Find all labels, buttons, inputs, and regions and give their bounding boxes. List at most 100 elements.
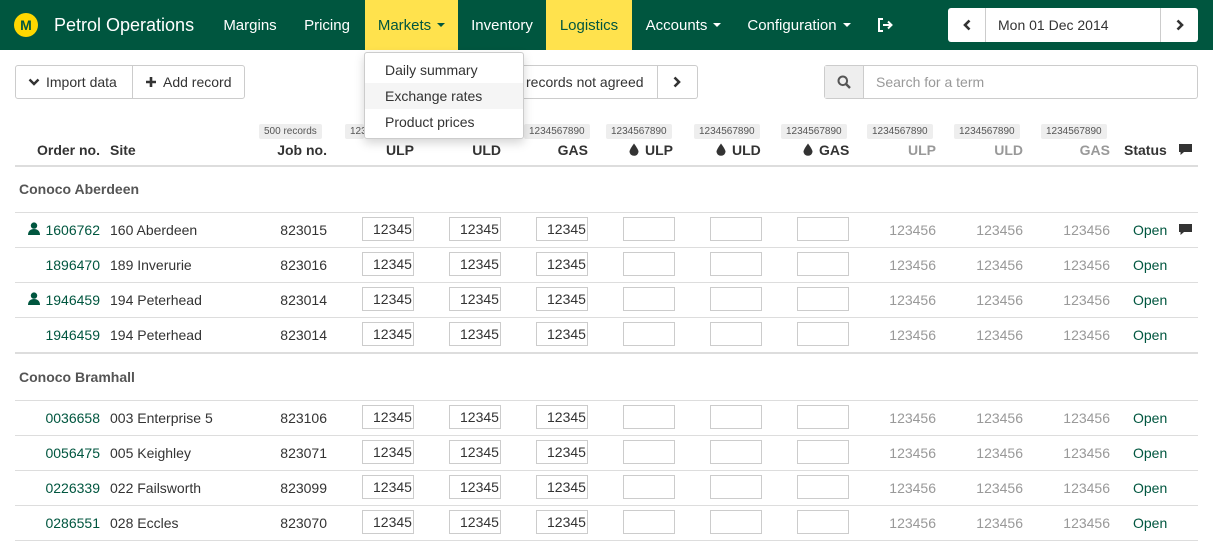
search-button[interactable] (825, 66, 864, 98)
dulp-input[interactable] (623, 287, 675, 311)
sign-out-icon[interactable] (877, 0, 893, 50)
col-header-meter-ulp[interactable]: ULP (866, 142, 936, 160)
col-header-delivered-gas[interactable]: GAS (803, 142, 849, 160)
gas-input[interactable] (536, 510, 588, 534)
dgas-input[interactable] (797, 287, 849, 311)
ulp-input[interactable] (362, 475, 414, 499)
order-number-link[interactable]: 0226339 (20, 470, 100, 505)
col-header-meter-gas[interactable]: GAS (1040, 142, 1110, 160)
order-number-link[interactable]: 1946459 (20, 282, 100, 317)
dulp-input[interactable] (623, 510, 675, 534)
dulp-input[interactable] (623, 322, 675, 346)
uld-input[interactable] (449, 405, 501, 429)
menu-item-daily-summary[interactable]: Daily summary (365, 57, 523, 83)
col-header-site[interactable]: Site (110, 142, 136, 160)
status-link[interactable]: Open (1133, 400, 1167, 435)
col-header-uld[interactable]: ULD (447, 142, 501, 160)
nav-margins[interactable]: Margins (211, 0, 289, 50)
dgas-input[interactable] (797, 440, 849, 464)
duld-input[interactable] (710, 287, 762, 311)
gas-input[interactable] (536, 475, 588, 499)
ulp-input[interactable] (362, 287, 414, 311)
ulp-input[interactable] (362, 510, 414, 534)
comment-icon[interactable] (1178, 212, 1193, 247)
dgas-input[interactable] (797, 322, 849, 346)
col-header-gas[interactable]: GAS (534, 142, 588, 160)
dgas-input[interactable] (797, 252, 849, 276)
status-link[interactable]: Open (1133, 505, 1167, 540)
uld-input[interactable] (449, 510, 501, 534)
dgas-input[interactable] (797, 475, 849, 499)
nav-inventory[interactable]: Inventory (458, 0, 546, 50)
dgas-input[interactable] (797, 510, 849, 534)
duld-input[interactable] (710, 405, 762, 429)
col-header-delivered-uld[interactable]: ULD (716, 142, 761, 160)
nav-configuration[interactable]: Configuration (736, 0, 862, 50)
status-link[interactable]: Open (1133, 435, 1167, 470)
add-record-button[interactable]: Add record (132, 66, 243, 98)
search-input[interactable] (864, 66, 1197, 98)
ulp-input[interactable] (362, 252, 414, 276)
col-header-status[interactable]: Status (1124, 142, 1167, 160)
uld-input[interactable] (449, 217, 501, 241)
dulp-input[interactable] (623, 475, 675, 499)
import-data-button[interactable]: Import data (16, 66, 132, 98)
filter-records-not-agreed[interactable]: records not agreed (508, 66, 658, 98)
uld-input[interactable] (449, 322, 501, 346)
date-prev-button[interactable] (948, 8, 986, 42)
menu-item-product-prices[interactable]: Product prices (365, 109, 523, 135)
brand[interactable]: M Petrol Operations (14, 0, 194, 50)
col-header-job[interactable]: Job no. (257, 142, 327, 160)
duld-input[interactable] (710, 440, 762, 464)
order-number-link[interactable]: 1896470 (20, 247, 100, 282)
duld-input[interactable] (710, 217, 762, 241)
uld-input[interactable] (449, 440, 501, 464)
col-header-ulp[interactable]: ULP (360, 142, 414, 160)
dulp-input[interactable] (623, 405, 675, 429)
uld-input[interactable] (449, 252, 501, 276)
dgas-input[interactable] (797, 217, 849, 241)
dgas-input[interactable] (797, 405, 849, 429)
duld-input[interactable] (710, 475, 762, 499)
date-next-button[interactable] (1160, 8, 1198, 42)
status-link[interactable]: Open (1133, 282, 1167, 317)
col-header-meter-uld[interactable]: ULD (953, 142, 1023, 160)
gas-input[interactable] (536, 252, 588, 276)
status-link[interactable]: Open (1133, 470, 1167, 505)
gas-input[interactable] (536, 322, 588, 346)
order-number-link[interactable]: 1606762 (20, 212, 100, 247)
gas-input[interactable] (536, 405, 588, 429)
dulp-input[interactable] (623, 440, 675, 464)
date-value[interactable]: Mon 01 Dec 2014 (986, 8, 1160, 42)
duld-input[interactable] (710, 322, 762, 346)
gas-input[interactable] (536, 217, 588, 241)
col-header-delivered-ulp[interactable]: ULP (629, 142, 673, 160)
status-link[interactable]: Open (1133, 212, 1167, 247)
gas-input[interactable] (536, 287, 588, 311)
nav-logistics[interactable]: Logistics (546, 0, 632, 50)
order-number-link[interactable]: 0036658 (20, 400, 100, 435)
gas-input[interactable] (536, 440, 588, 464)
nav-markets[interactable]: Markets (365, 0, 458, 50)
order-number-link[interactable]: 1946459 (20, 317, 100, 352)
nav-accounts[interactable]: Accounts (633, 0, 734, 50)
ulp-input[interactable] (362, 405, 414, 429)
job-number: 823015 (280, 221, 327, 238)
uld-input[interactable] (449, 287, 501, 311)
dulp-input[interactable] (623, 217, 675, 241)
menu-item-exchange-rates[interactable]: Exchange rates (365, 83, 523, 109)
status-link[interactable]: Open (1133, 247, 1167, 282)
filter-next-button[interactable] (658, 76, 696, 88)
ulp-input[interactable] (362, 440, 414, 464)
ulp-input[interactable] (362, 217, 414, 241)
uld-input[interactable] (449, 475, 501, 499)
col-header-order[interactable]: Order no. (20, 142, 100, 160)
duld-input[interactable] (710, 510, 762, 534)
ulp-input[interactable] (362, 322, 414, 346)
dulp-input[interactable] (623, 252, 675, 276)
duld-input[interactable] (710, 252, 762, 276)
nav-pricing[interactable]: Pricing (290, 0, 364, 50)
order-number-link[interactable]: 0056475 (20, 435, 100, 470)
status-link[interactable]: Open (1133, 317, 1167, 352)
order-number-link[interactable]: 0286551 (20, 505, 100, 540)
